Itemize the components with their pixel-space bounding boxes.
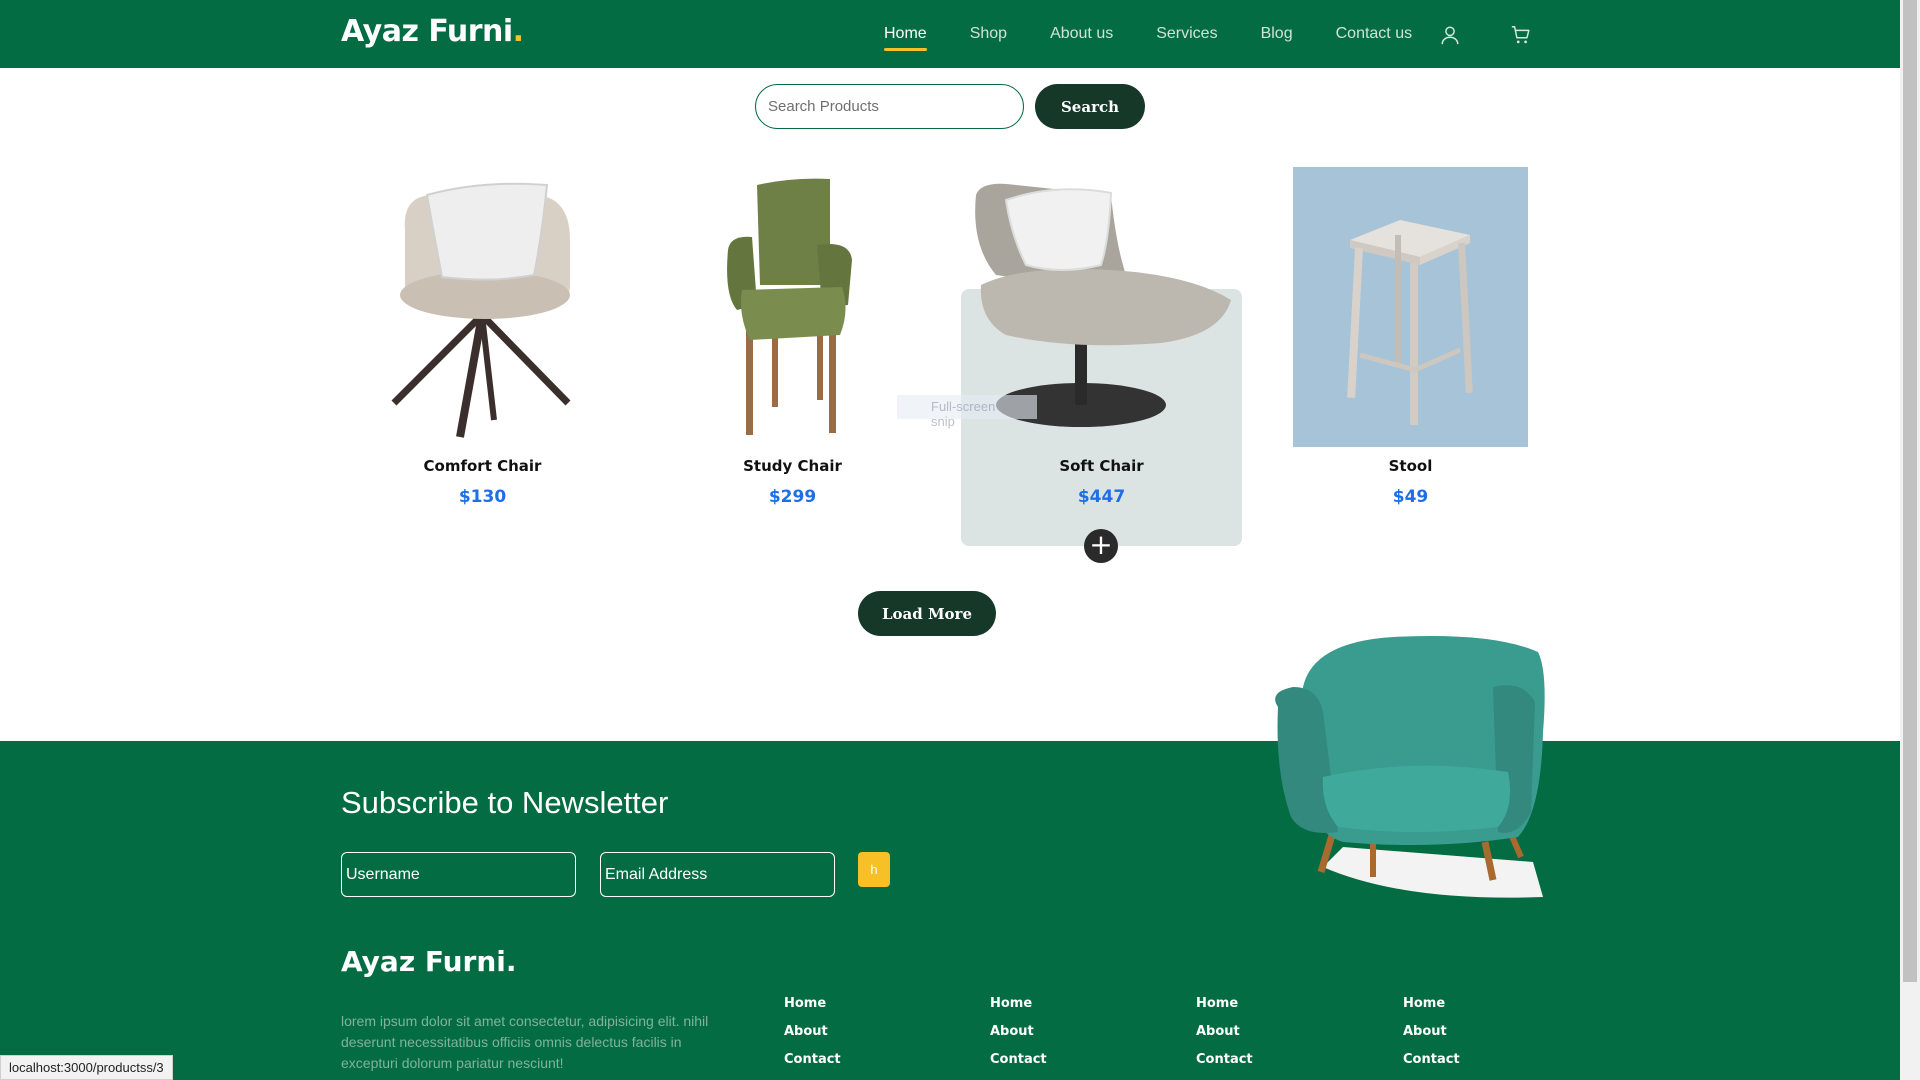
nav-link-blog[interactable]: Blog <box>1261 25 1293 43</box>
product-card[interactable]: Study Chair $299 <box>652 165 933 507</box>
nav-link-services[interactable]: Services <box>1156 25 1217 43</box>
page-scrollbar[interactable] <box>1900 0 1920 1080</box>
brand-logo[interactable]: Ayaz Furni. <box>341 14 524 49</box>
product-name: Stool <box>1388 457 1433 475</box>
product-price: $299 <box>768 487 817 507</box>
product-price: $447 <box>1077 487 1126 507</box>
footer-link-contact[interactable]: Contact <box>1196 1052 1253 1068</box>
nav-link-contact[interactable]: Contact us <box>1336 25 1412 43</box>
nav-links: Home Shop About us Services Blog Contact… <box>884 0 1455 68</box>
product-price: $130 <box>458 487 507 507</box>
search-button[interactable]: Search <box>1035 84 1145 129</box>
add-to-cart-plus-icon[interactable]: + <box>1084 529 1118 563</box>
username-field[interactable] <box>341 852 576 897</box>
nav-link-home[interactable]: Home <box>884 25 927 51</box>
product-name: Study Chair <box>743 457 842 475</box>
footer-link-home[interactable]: Home <box>784 996 841 1012</box>
product-price: $49 <box>1392 487 1429 507</box>
search-input[interactable] <box>755 84 1024 129</box>
product-name: Comfort Chair <box>423 457 542 475</box>
footer-link-contact[interactable]: Contact <box>1403 1052 1460 1068</box>
product-card[interactable]: Soft Chair $447 <box>961 165 1242 507</box>
footer-column: Home About Contact <box>1196 996 1253 1080</box>
snip-tooltip: Full-screen snip <box>897 395 1037 429</box>
nav-link-shop[interactable]: Shop <box>970 25 1007 43</box>
footer-link-about[interactable]: About <box>1403 1024 1460 1040</box>
newsletter-title: Subscribe to Newsletter <box>341 785 669 820</box>
footer-brand: Ayaz Furni. <box>341 945 517 978</box>
footer-link-home[interactable]: Home <box>1196 996 1253 1012</box>
user-icon[interactable] <box>1439 24 1461 46</box>
footer <box>0 741 1900 1080</box>
footer-link-contact[interactable]: Contact <box>784 1052 841 1068</box>
product-name: Soft Chair <box>1059 457 1144 475</box>
footer-link-about[interactable]: About <box>784 1024 841 1040</box>
navbar: Ayaz Furni. Home Shop About us Services … <box>0 0 1900 68</box>
footer-link-contact[interactable]: Contact <box>990 1052 1047 1068</box>
cart-icon[interactable] <box>1510 24 1532 46</box>
product-image <box>1270 165 1551 447</box>
footer-description: lorem ipsum dolor sit amet consectetur, … <box>341 1013 709 1071</box>
footer-column: Home About Contact <box>784 996 841 1080</box>
footer-link-about[interactable]: About <box>1196 1024 1253 1040</box>
scrollbar-thumb[interactable] <box>1903 0 1917 982</box>
email-field[interactable] <box>600 852 835 897</box>
product-image <box>652 165 933 447</box>
link-status-bar: localhost:3000/productss/3 <box>0 1055 173 1080</box>
product-card[interactable]: Stool $49 <box>1270 165 1551 507</box>
product-image <box>342 165 623 447</box>
load-more-button[interactable]: Load More <box>858 591 996 636</box>
product-card[interactable]: Comfort Chair $130 <box>342 165 623 507</box>
footer-link-home[interactable]: Home <box>990 996 1047 1012</box>
subscribe-button[interactable]: h <box>858 852 890 887</box>
footer-column: Home About Contact <box>1403 996 1460 1080</box>
nav-link-about[interactable]: About us <box>1050 25 1113 43</box>
footer-column: Home About Contact <box>990 996 1047 1080</box>
footer-link-home[interactable]: Home <box>1403 996 1460 1012</box>
footer-link-about[interactable]: About <box>990 1024 1047 1040</box>
armchair-image <box>1275 636 1545 898</box>
